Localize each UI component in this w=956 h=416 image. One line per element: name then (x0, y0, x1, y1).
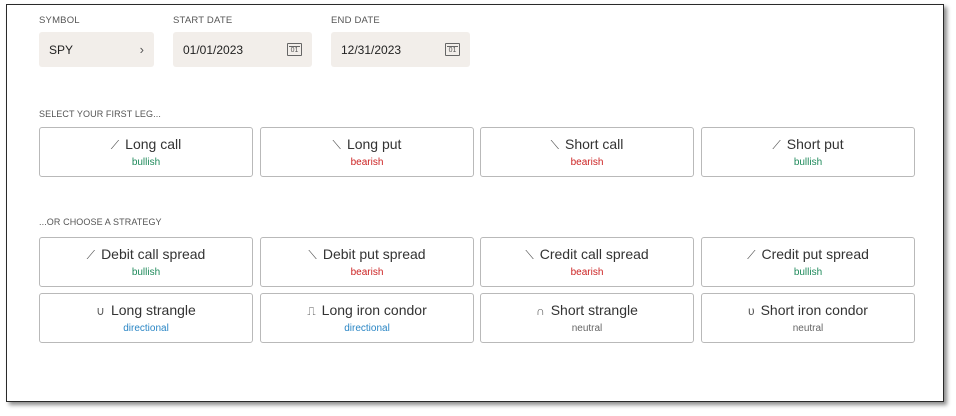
calendar-icon[interactable]: 01 (287, 43, 302, 56)
symbol-selector[interactable]: SPY › (39, 32, 154, 67)
strategy-label: Debit put spread (322, 246, 426, 262)
leg-card-long-put[interactable]: ⟍ Long put bearish (260, 127, 474, 177)
condor-shape-icon: υ (748, 304, 755, 318)
leg-label: Short call (565, 136, 624, 152)
bullish-slope-icon: ⟋ (110, 138, 120, 152)
bias-badge: bearish (570, 267, 604, 278)
bullish-slope-icon: ⟋ (772, 138, 781, 152)
start-date-field[interactable]: 01/01/2023 01 (173, 32, 312, 67)
leg-card-long-call[interactable]: ⟋ Long call bullish (39, 127, 253, 177)
bias-badge: bullish (131, 267, 161, 278)
strategy-card-long-iron-condor[interactable]: ⎍ Long iron condor directional (260, 293, 474, 343)
leg-card-short-put[interactable]: ⟋ Short put bullish (701, 127, 915, 177)
strategy-label: Long strangle (110, 302, 196, 318)
v-shape-icon: ∪ (96, 304, 105, 318)
strategy-label: Short iron condor (760, 302, 868, 318)
end-date-value: 12/31/2023 (341, 42, 402, 57)
strategy-card-long-strangle[interactable]: ∪ Long strangle directional (39, 293, 253, 343)
calendar-icon[interactable]: 01 (445, 43, 460, 56)
strategy-card-short-strangle[interactable]: ∩ Short strangle neutral (480, 293, 694, 343)
bullish-spread-icon: ⟋ (747, 248, 756, 262)
start-date-value: 01/01/2023 (183, 42, 244, 57)
leg-card-short-call[interactable]: ⟍ Short call bearish (480, 127, 694, 177)
bias-badge: bearish (570, 157, 604, 168)
end-date-field[interactable]: 12/31/2023 01 (331, 32, 470, 67)
bias-badge: bearish (350, 157, 384, 168)
bias-badge: neutral (571, 323, 603, 334)
bias-badge: neutral (792, 323, 824, 334)
window-frame: SYMBOL SPY › START DATE 01/01/2023 01 EN… (6, 4, 944, 402)
start-date-label: START DATE (173, 15, 233, 26)
leg-label: Short put (786, 136, 844, 152)
bullish-spread-icon: ⟋ (86, 248, 96, 262)
bearish-spread-icon: ⟍ (308, 248, 317, 262)
bias-badge: bearish (350, 267, 384, 278)
symbol-value: SPY (49, 42, 74, 57)
strategy-card-credit-put-spread[interactable]: ⟋ Credit put spread bullish (701, 237, 915, 287)
strategy-label: Credit call spread (539, 246, 649, 262)
first-leg-heading: SELECT YOUR FIRST LEG... (39, 109, 161, 119)
strategy-label: Long iron condor (321, 302, 427, 318)
leg-label: Long put (346, 136, 402, 152)
symbol-label: SYMBOL (39, 15, 80, 26)
chevron-right-icon: › (139, 42, 144, 57)
inverted-condor-icon: ⎍ (307, 304, 316, 318)
bearish-spread-icon: ⟍ (525, 248, 534, 262)
bias-badge: bullish (131, 157, 161, 168)
strategy-card-short-iron-condor[interactable]: υ Short iron condor neutral (701, 293, 915, 343)
bearish-slope-icon: ⟍ (332, 138, 341, 152)
end-date-label: END DATE (331, 15, 380, 26)
strategy-label: Credit put spread (761, 246, 869, 262)
bias-badge: bullish (793, 267, 823, 278)
strategy-label: Debit call spread (101, 246, 206, 262)
bearish-slope-icon: ⟍ (550, 138, 560, 152)
strategy-heading: ...OR CHOOSE A STRATEGY (39, 217, 162, 227)
strategy-card-debit-call-spread[interactable]: ⟋ Debit call spread bullish (39, 237, 253, 287)
bias-badge: directional (123, 323, 169, 334)
leg-label: Long call (125, 136, 182, 152)
bias-badge: bullish (793, 157, 823, 168)
arch-shape-icon: ∩ (536, 304, 545, 318)
strategy-label: Short strangle (550, 302, 638, 318)
strategy-card-debit-put-spread[interactable]: ⟍ Debit put spread bearish (260, 237, 474, 287)
bias-badge: directional (344, 323, 390, 334)
strategy-card-credit-call-spread[interactable]: ⟍ Credit call spread bearish (480, 237, 694, 287)
